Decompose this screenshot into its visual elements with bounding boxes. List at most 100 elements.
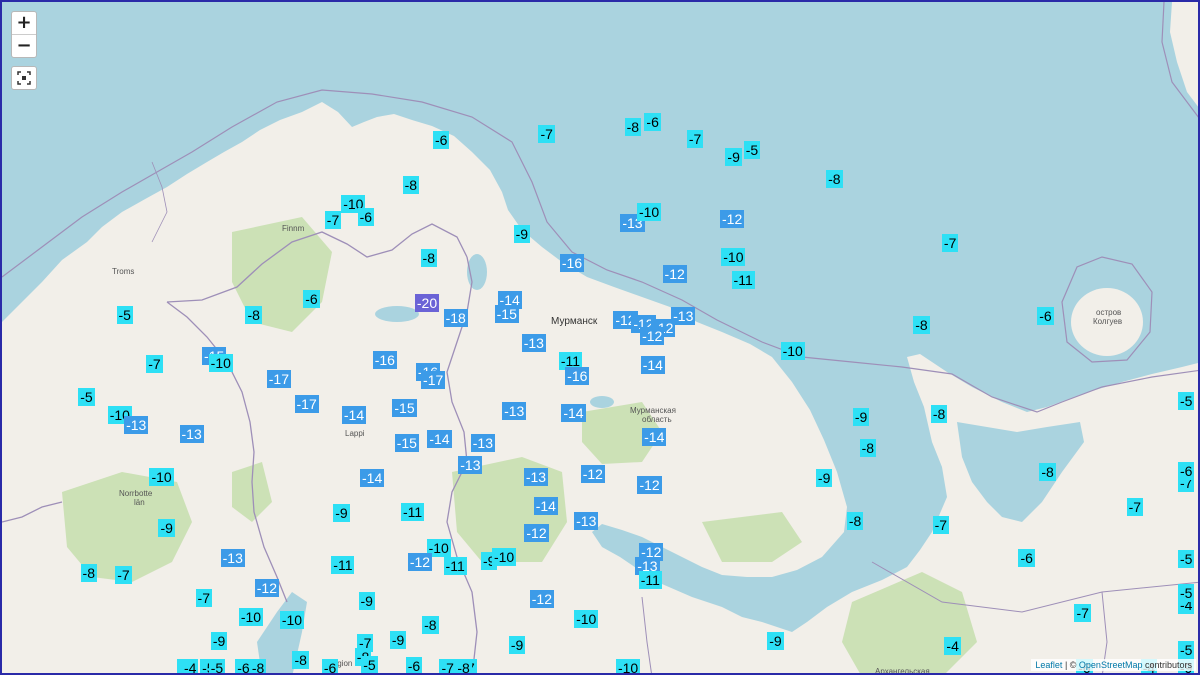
temperature-marker[interactable]: -6 <box>1037 307 1054 326</box>
temperature-marker[interactable]: -7 <box>686 129 704 148</box>
temperature-marker[interactable]: -6 <box>1018 549 1035 568</box>
temperature-marker[interactable]: -6 <box>357 208 375 227</box>
temperature-marker[interactable]: -12 <box>580 465 605 484</box>
temperature-marker[interactable]: -13 <box>220 549 245 568</box>
temperature-marker[interactable]: -11 <box>331 556 355 574</box>
temperature-marker[interactable]: -8 <box>292 651 309 670</box>
temperature-marker[interactable]: -16 <box>372 350 397 369</box>
temperature-marker[interactable]: -13 <box>458 456 483 475</box>
temperature-marker[interactable]: -8 <box>80 564 97 583</box>
temperature-marker[interactable]: -8 <box>930 404 948 423</box>
openstreetmap-link[interactable]: OpenStreetMap <box>1079 660 1143 670</box>
temperature-marker[interactable]: -8 <box>859 438 877 457</box>
temperature-marker[interactable]: -17 <box>294 395 319 414</box>
temperature-marker[interactable]: -8 <box>826 170 843 189</box>
temperature-marker[interactable]: -10 <box>615 659 641 673</box>
temperature-marker[interactable]: -15 <box>494 304 519 323</box>
zoom-in-button[interactable]: + <box>12 12 36 34</box>
temperature-marker[interactable]: -9 <box>815 469 833 488</box>
temperature-marker[interactable]: -6 <box>235 659 252 673</box>
temperature-marker[interactable]: -5 <box>208 659 226 673</box>
temperature-marker[interactable]: -8 <box>624 118 642 137</box>
temperature-marker[interactable]: -13 <box>470 433 495 452</box>
temperature-marker[interactable]: -6 <box>321 659 339 673</box>
temperature-marker[interactable]: -7 <box>932 515 950 534</box>
temperature-marker[interactable]: -9 <box>852 407 870 426</box>
temperature-marker[interactable]: -5 <box>78 387 95 406</box>
temperature-marker[interactable]: -15 <box>392 398 417 417</box>
temperature-marker[interactable]: -4 <box>944 637 961 656</box>
temperature-marker[interactable]: -6 <box>644 112 661 131</box>
temperature-marker[interactable]: -5 <box>361 656 378 673</box>
temperature-marker[interactable]: -10 <box>238 608 264 627</box>
temperature-marker[interactable]: -12 <box>640 327 665 346</box>
temperature-marker[interactable]: -13 <box>521 334 546 353</box>
temperature-marker[interactable]: -7 <box>538 124 555 143</box>
map-container[interactable]: Мурманск остров Колгуев Мурманская облас… <box>0 0 1200 675</box>
temperature-marker[interactable]: -8 <box>245 305 262 324</box>
temperature-marker[interactable]: -6 <box>405 656 423 673</box>
temperature-marker[interactable]: -6 <box>303 289 320 308</box>
temperature-marker[interactable]: -16 <box>559 254 585 273</box>
temperature-marker[interactable]: -9 <box>358 592 375 611</box>
temperature-marker[interactable]: -10 <box>574 610 599 629</box>
temperature-marker[interactable]: -10 <box>208 353 233 372</box>
temperature-marker[interactable]: -7 <box>195 588 212 607</box>
temperature-marker[interactable]: -7 <box>115 566 132 585</box>
temperature-marker[interactable]: -13 <box>523 468 549 487</box>
temperature-marker[interactable]: -14 <box>533 497 558 516</box>
temperature-marker[interactable]: -14 <box>427 430 452 449</box>
temperature-marker[interactable]: -13 <box>574 512 599 531</box>
temperature-marker[interactable]: -10 <box>149 468 174 487</box>
temperature-marker[interactable]: -18 <box>443 309 468 328</box>
temperature-marker[interactable]: -11 <box>731 271 755 290</box>
temperature-marker[interactable]: -8 <box>402 176 420 195</box>
temperature-marker[interactable]: -8 <box>846 512 864 531</box>
temperature-marker[interactable]: -9 <box>210 632 228 651</box>
temperature-marker[interactable]: -12 <box>720 209 745 228</box>
temperature-marker[interactable]: -8 <box>913 315 930 334</box>
temperature-marker[interactable]: -16 <box>565 367 590 386</box>
temperature-marker[interactable]: -14 <box>341 406 367 425</box>
temperature-marker[interactable]: -11 <box>400 503 425 522</box>
temperature-marker[interactable]: -6 <box>1178 462 1195 481</box>
temperature-marker[interactable]: -13 <box>502 402 527 421</box>
temperature-marker[interactable]: -9 <box>725 147 742 166</box>
temperature-marker[interactable]: -7 <box>1126 497 1144 516</box>
zoom-out-button[interactable]: − <box>12 34 36 57</box>
temperature-marker[interactable]: -13 <box>124 416 149 435</box>
temperature-marker[interactable]: -10 <box>279 610 305 629</box>
temperature-marker[interactable]: -5 <box>1178 550 1195 569</box>
temperature-marker[interactable]: -9 <box>513 225 531 244</box>
temperature-marker[interactable]: -14 <box>640 356 665 375</box>
temperature-marker[interactable]: -17 <box>421 370 446 389</box>
temperature-marker[interactable]: -12 <box>637 475 662 494</box>
temperature-marker[interactable]: -5 <box>743 141 761 160</box>
temperature-marker[interactable]: -10 <box>636 203 662 222</box>
temperature-marker[interactable]: -9 <box>158 518 175 537</box>
temperature-marker[interactable]: -7 <box>324 210 342 229</box>
temperature-marker[interactable]: -11 <box>443 557 467 576</box>
temperature-marker[interactable]: -4 <box>181 659 199 673</box>
temperature-marker[interactable]: -11 <box>638 570 662 589</box>
temperature-marker[interactable]: -9 <box>333 504 350 523</box>
leaflet-link[interactable]: Leaflet <box>1035 660 1062 670</box>
temperature-marker[interactable]: -8 <box>420 248 437 267</box>
temperature-marker[interactable]: -5 <box>1178 391 1195 410</box>
temperature-marker[interactable]: -7 <box>1074 603 1091 622</box>
temperature-marker[interactable]: -14 <box>642 428 667 447</box>
temperature-marker[interactable]: -12 <box>524 524 549 543</box>
temperature-marker[interactable]: -17 <box>266 370 291 389</box>
temperature-marker[interactable]: -12 <box>662 264 687 283</box>
temperature-marker[interactable]: -8 <box>422 616 439 634</box>
temperature-marker[interactable]: -13 <box>179 425 204 444</box>
temperature-marker[interactable]: -5 <box>1178 584 1195 603</box>
temperature-marker[interactable]: -7 <box>146 354 163 373</box>
temperature-marker[interactable]: -10 <box>721 248 746 267</box>
temperature-marker[interactable]: -6 <box>432 131 450 150</box>
temperature-marker[interactable]: -7 <box>941 233 959 252</box>
temperature-marker[interactable]: -12 <box>529 590 554 609</box>
temperature-marker[interactable]: -14 <box>360 469 385 488</box>
temperature-marker[interactable]: -7 <box>439 659 456 673</box>
temperature-marker[interactable]: -9 <box>767 632 784 651</box>
